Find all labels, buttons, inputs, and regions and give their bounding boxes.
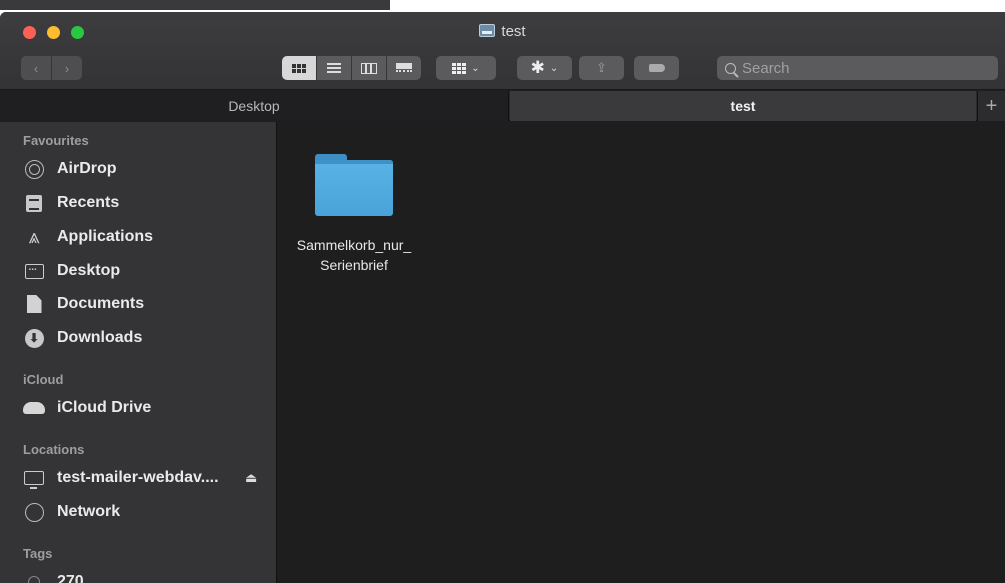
gallery-view-icon [396, 62, 412, 74]
tab-desktop[interactable]: Desktop [0, 91, 509, 121]
search-icon [725, 62, 736, 74]
icon-view-icon [292, 63, 306, 73]
downloads-icon: ⬇ [24, 328, 44, 348]
sidebar-item-label: Downloads [57, 329, 143, 346]
file-name-line: Sammelkorb_nur_ [296, 237, 412, 253]
sidebar-item-label: Network [57, 503, 121, 520]
window-title: test [0, 23, 1005, 40]
edit-tags-button[interactable] [634, 56, 679, 80]
share-button[interactable]: ⇪ [579, 56, 624, 80]
icon-view-button[interactable] [282, 56, 316, 80]
sidebar-item-applications[interactable]: ⩓ Applications [23, 223, 263, 251]
file-item[interactable]: Sammelkorb_nur_ Serienbrief [278, 122, 430, 282]
sidebar-item-label: Recents [57, 194, 120, 211]
sidebar-item-downloads[interactable]: ⬇ Downloads [23, 324, 263, 352]
group-icon [452, 62, 467, 74]
file-name-line: Serienbrief [320, 257, 388, 273]
sidebar-item-network[interactable]: Network [23, 498, 263, 526]
tag-icon [648, 64, 665, 72]
tab-bar: Desktop test + [0, 91, 1005, 121]
finder-window: test ‹ › ⌄ ✱ ⌄ ⇪ Desktop te [0, 12, 1005, 583]
sidebar-item-label: test-mailer-webdav.... [57, 469, 219, 486]
file-name: Sammelkorb_nur_ Serienbrief [278, 235, 430, 275]
section-locations: Locations [23, 442, 85, 457]
monitor-icon [24, 471, 44, 489]
tab-label: test [730, 98, 756, 114]
action-button[interactable]: ✱ ⌄ [517, 56, 572, 80]
tab-test[interactable]: test [510, 91, 976, 121]
drive-icon [479, 24, 496, 37]
sidebar-item-label: 270 [57, 573, 84, 583]
documents-icon [26, 295, 42, 313]
sidebar: Favourites AirDrop Recents ⩓ Applications… [0, 122, 277, 583]
sidebar-item-label: AirDrop [57, 160, 117, 177]
group-by-button[interactable]: ⌄ [436, 56, 496, 80]
sidebar-item-tag[interactable]: 270 [23, 568, 263, 583]
share-icon: ⇪ [596, 60, 607, 75]
gallery-view-button[interactable] [387, 56, 421, 80]
applications-icon: ⩓ [28, 225, 40, 248]
sidebar-item-label: Applications [57, 228, 154, 245]
background-window-edge [0, 0, 390, 10]
column-view-icon [361, 62, 377, 74]
desktop-background [0, 0, 1005, 10]
folder-icon [315, 154, 393, 216]
forward-button[interactable]: › [52, 56, 82, 80]
tab-label: Desktop [228, 98, 280, 114]
recents-icon [26, 194, 42, 212]
sidebar-item-desktop[interactable]: Desktop [23, 257, 263, 285]
chevron-left-icon: ‹ [33, 60, 39, 76]
desktop-icon [24, 262, 44, 279]
chevron-down-icon: ⌄ [549, 62, 559, 74]
search-input[interactable] [742, 59, 982, 77]
network-icon [24, 502, 44, 522]
back-button[interactable]: ‹ [21, 56, 51, 80]
file-browser-area: Sammelkorb_nur_ Serienbrief [278, 122, 1005, 583]
plus-icon: + [985, 94, 998, 117]
cloud-icon [23, 402, 45, 414]
new-tab-button[interactable]: + [977, 91, 1005, 121]
window-title-text: test [501, 23, 526, 40]
sidebar-item-airdrop[interactable]: AirDrop [23, 155, 263, 183]
search-field[interactable] [717, 56, 998, 80]
list-view-button[interactable] [317, 56, 351, 80]
sidebar-item-recents[interactable]: Recents [23, 189, 263, 217]
sidebar-item-documents[interactable]: Documents [23, 290, 263, 318]
sidebar-item-icloud-drive[interactable]: iCloud Drive [23, 394, 263, 422]
section-tags: Tags [23, 546, 53, 561]
gear-icon: ✱ [530, 58, 545, 77]
airdrop-icon [24, 159, 44, 179]
tag-circle-icon [28, 576, 40, 583]
chevron-right-icon: › [64, 60, 70, 76]
sidebar-item-label: Desktop [57, 262, 121, 279]
chevron-down-icon: ⌄ [471, 62, 480, 74]
column-view-button[interactable] [352, 56, 386, 80]
sidebar-item-webdav[interactable]: test-mailer-webdav.... ⏏ [23, 464, 263, 492]
section-icloud: iCloud [23, 372, 64, 387]
sidebar-item-label: iCloud Drive [57, 399, 152, 416]
eject-icon[interactable]: ⏏ [245, 470, 257, 486]
list-view-icon [327, 61, 341, 75]
titlebar: test ‹ › ⌄ ✱ ⌄ ⇪ [0, 12, 1005, 90]
section-favourites: Favourites [23, 133, 89, 148]
sidebar-item-label: Documents [57, 295, 145, 312]
